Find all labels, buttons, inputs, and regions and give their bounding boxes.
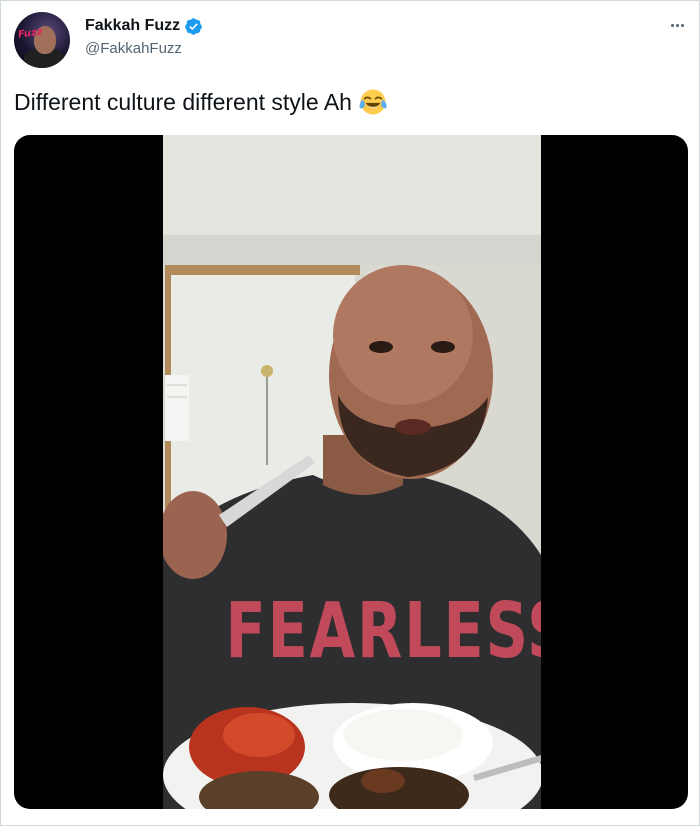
more-dot [680,23,684,27]
tweet-header: Fuzz Fakkah Fuzz @FakkahFuzz [14,12,687,70]
avatar[interactable]: Fuzz [14,12,70,68]
video-frame: FEARLESS [163,135,541,809]
author-handle[interactable]: @FakkahFuzz [85,40,203,57]
svg-text:FEARLESS: FEARLESS [226,586,541,676]
more-options-icon[interactable] [667,18,687,32]
video-media[interactable]: FEARLESS [14,135,688,809]
video-still-image: FEARLESS [163,135,541,809]
display-name-row[interactable]: Fakkah Fuzz [85,16,203,36]
more-dot [670,23,674,27]
tears-of-joy-emoji-icon [358,87,388,117]
author-names: Fakkah Fuzz @FakkahFuzz [85,16,203,57]
tweet-text: Different culture different style Ah [14,87,388,117]
display-name[interactable]: Fakkah Fuzz [85,17,180,35]
more-dot [675,23,679,27]
verified-badge-icon [184,17,203,36]
tweet-card[interactable]: Fuzz Fakkah Fuzz @FakkahFuzz Different c… [0,0,700,826]
tweet-text-content: Different culture different style Ah [14,89,352,115]
